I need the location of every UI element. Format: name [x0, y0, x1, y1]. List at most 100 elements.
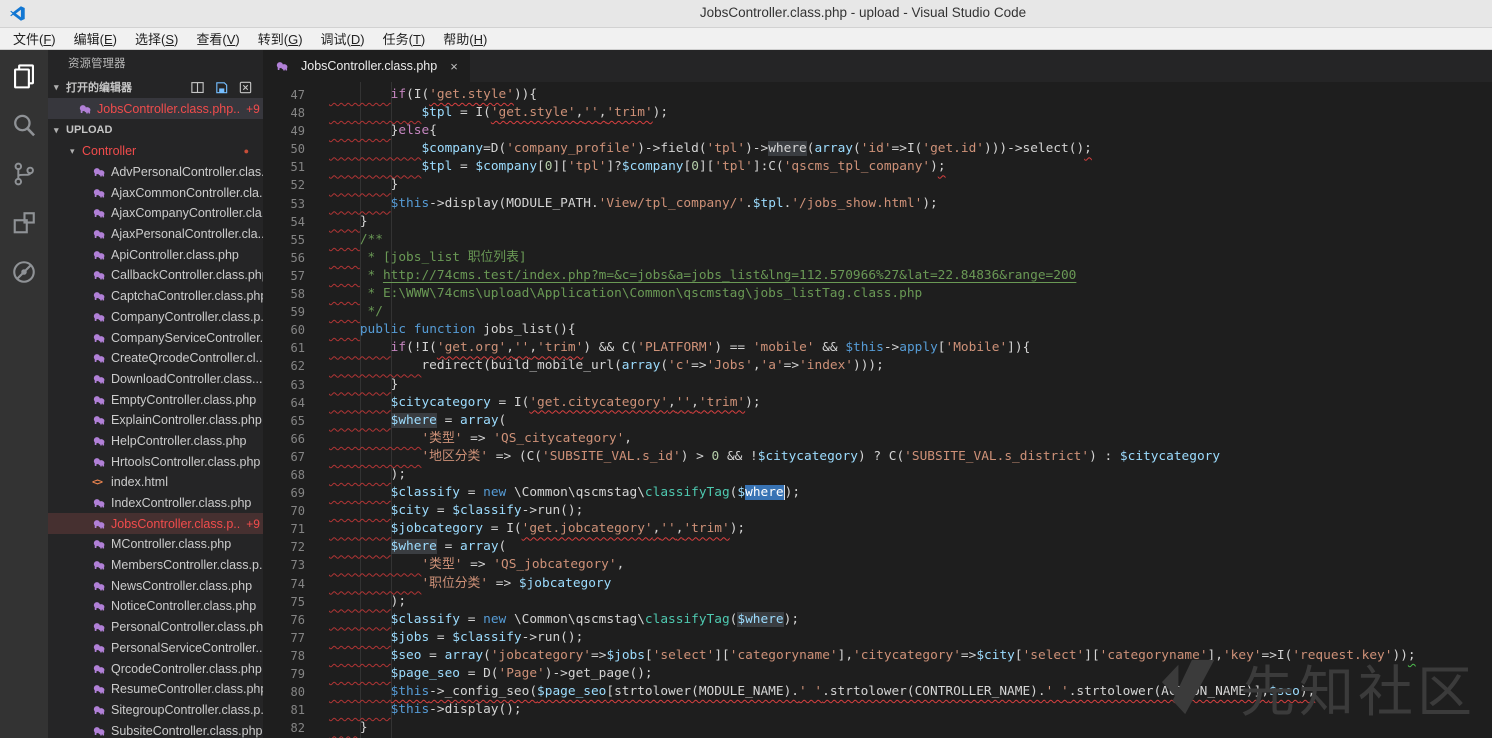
tree-item-file[interactable]: CreateQrcodeController.cl...: [48, 348, 263, 369]
root-folder-header[interactable]: ▾ UPLOAD: [48, 119, 263, 141]
code-line[interactable]: 56 * [jobs_list 职位列表]: [263, 249, 1492, 267]
code-line[interactable]: 60 public function jobs_list(){: [263, 321, 1492, 339]
line-number[interactable]: 77: [263, 629, 329, 647]
menu-item[interactable]: 编辑(E): [65, 29, 126, 48]
line-number[interactable]: 68: [263, 466, 329, 484]
line-number[interactable]: 65: [263, 412, 329, 430]
code-line[interactable]: 75 );: [263, 593, 1492, 611]
line-number[interactable]: 73: [263, 556, 329, 574]
search-icon[interactable]: [11, 112, 37, 138]
line-number[interactable]: 48: [263, 104, 329, 122]
code-line[interactable]: 58 * E:\WWW\74cms\upload\Application\Com…: [263, 285, 1492, 303]
tree-item-file[interactable]: CaptchaController.class.php: [48, 286, 263, 307]
line-number[interactable]: 70: [263, 502, 329, 520]
line-number[interactable]: 69: [263, 484, 329, 502]
menu-item[interactable]: 选择(S): [126, 29, 187, 48]
line-number[interactable]: 53: [263, 195, 329, 213]
code-line[interactable]: 71 $jobcategory = I('get.jobcategory',''…: [263, 520, 1492, 538]
code-line[interactable]: 77 $jobs = $classify->run();: [263, 629, 1492, 647]
tree-item-file[interactable]: NoticeController.class.php: [48, 596, 263, 617]
tree-item-file[interactable]: ResumeController.class.php: [48, 679, 263, 700]
tree-item-file[interactable]: IndexController.class.php: [48, 493, 263, 514]
open-editor-item-jobscontroller[interactable]: JobsController.class.php.. +9: [48, 98, 263, 119]
tree-item-file[interactable]: PersonalController.class.ph..: [48, 617, 263, 638]
code-line[interactable]: 76 $classify = new \Common\qscmstag\clas…: [263, 611, 1492, 629]
line-number[interactable]: 64: [263, 394, 329, 412]
line-number[interactable]: 82: [263, 719, 329, 737]
menu-item[interactable]: 查看(V): [187, 29, 248, 48]
code-line[interactable]: 51 $tpl = $company[0]['tpl']?$company[0]…: [263, 158, 1492, 176]
code-line[interactable]: 74 '职位分类' => $jobcategory: [263, 575, 1492, 593]
tree-item-file[interactable]: SubsiteController.class.php: [48, 720, 263, 738]
tree-item-file[interactable]: NewsController.class.php: [48, 575, 263, 596]
code-line[interactable]: 70 $city = $classify->run();: [263, 502, 1492, 520]
line-number[interactable]: 78: [263, 647, 329, 665]
debug-icon[interactable]: [11, 259, 37, 285]
save-all-icon[interactable]: [214, 80, 229, 95]
tree-item-file[interactable]: ExplainController.class.php: [48, 410, 263, 431]
line-number[interactable]: 81: [263, 701, 329, 719]
tree-item-file[interactable]: HrtoolsController.class.php: [48, 451, 263, 472]
code-line[interactable]: 64 $citycategory = I('get.citycategory',…: [263, 394, 1492, 412]
code-line[interactable]: 47 if(I('get.style')){: [263, 86, 1492, 104]
line-number[interactable]: 56: [263, 249, 329, 267]
code-line[interactable]: 53 $this->display(MODULE_PATH.'View/tpl_…: [263, 195, 1492, 213]
tree-item-file[interactable]: QrcodeController.class.php: [48, 658, 263, 679]
line-number[interactable]: 67: [263, 448, 329, 466]
line-number[interactable]: 59: [263, 303, 329, 321]
code-line[interactable]: 55 /**: [263, 231, 1492, 249]
line-number[interactable]: 47: [263, 86, 329, 104]
tree-item-file[interactable]: AjaxCompanyController.cla..: [48, 203, 263, 224]
code-line[interactable]: 72 $where = array(: [263, 538, 1492, 556]
code-line[interactable]: 78 $seo = array('jobcategory'=>$jobs['se…: [263, 647, 1492, 665]
code-line[interactable]: 69 $classify = new \Common\qscmstag\clas…: [263, 484, 1492, 502]
code-line[interactable]: 62 redirect(build_mobile_url(array('c'=>…: [263, 357, 1492, 375]
line-number[interactable]: 51: [263, 158, 329, 176]
tree-item-file[interactable]: CompanyController.class.p...: [48, 307, 263, 328]
code-line[interactable]: 49 }else{: [263, 122, 1492, 140]
source-control-icon[interactable]: [11, 161, 37, 187]
line-number[interactable]: 54: [263, 213, 329, 231]
code-line[interactable]: 52 }: [263, 176, 1492, 194]
tree-item-file[interactable]: ApiController.class.php: [48, 244, 263, 265]
tree-item-file[interactable]: AdvPersonalController.clas...: [48, 162, 263, 183]
line-number[interactable]: 72: [263, 538, 329, 556]
line-number[interactable]: 76: [263, 611, 329, 629]
line-number[interactable]: 57: [263, 267, 329, 285]
code-line[interactable]: 50 $company=D('company_profile')->field(…: [263, 140, 1492, 158]
tree-item-file[interactable]: AjaxCommonController.cla...: [48, 182, 263, 203]
line-number[interactable]: 79: [263, 665, 329, 683]
code-line[interactable]: 63 }: [263, 376, 1492, 394]
close-all-icon[interactable]: [238, 80, 253, 95]
menu-item[interactable]: 任务(T): [374, 29, 435, 48]
menu-item[interactable]: 文件(F): [4, 29, 65, 48]
tree-item-file[interactable]: EmptyController.class.php: [48, 389, 263, 410]
menu-item[interactable]: 帮助(H): [434, 29, 496, 48]
code-line[interactable]: 67 '地区分类' => (C('SUBSITE_VAL.s_id') > 0 …: [263, 448, 1492, 466]
split-editor-icon[interactable]: [190, 80, 205, 95]
explorer-icon[interactable]: [11, 63, 37, 89]
tree-item-file[interactable]: MController.class.php: [48, 534, 263, 555]
line-number[interactable]: 63: [263, 376, 329, 394]
menu-item[interactable]: 转到(G): [249, 29, 312, 48]
menu-item[interactable]: 调试(D): [312, 29, 374, 48]
line-number[interactable]: 61: [263, 339, 329, 357]
code-line[interactable]: 81 $this->display();: [263, 701, 1492, 719]
tree-item-file[interactable]: <>index.html: [48, 472, 263, 493]
code-line[interactable]: 66 '类型' => 'QS_citycategory',: [263, 430, 1492, 448]
tree-item-file[interactable]: MembersController.class.p...: [48, 555, 263, 576]
tab-jobscontroller[interactable]: JobsController.class.php ×: [263, 50, 470, 82]
code-line[interactable]: 68 );: [263, 466, 1492, 484]
code-editor[interactable]: 47 if(I('get.style')){48 $tpl = I('get.s…: [263, 82, 1492, 738]
tree-item-file[interactable]: PersonalServiceController....: [48, 638, 263, 659]
tree-item-file[interactable]: DownloadController.class....: [48, 369, 263, 390]
tree-item-file[interactable]: CallbackController.class.php: [48, 265, 263, 286]
tree-item-file[interactable]: SitegroupController.class.p..: [48, 700, 263, 721]
code-line[interactable]: 48 $tpl = I('get.style','','trim');: [263, 104, 1492, 122]
line-number[interactable]: 60: [263, 321, 329, 339]
tree-item-file[interactable]: CompanyServiceController...: [48, 327, 263, 348]
line-number[interactable]: 58: [263, 285, 329, 303]
tree-item-file[interactable]: AjaxPersonalController.cla...: [48, 224, 263, 245]
line-number[interactable]: 71: [263, 520, 329, 538]
line-number[interactable]: 74: [263, 575, 329, 593]
